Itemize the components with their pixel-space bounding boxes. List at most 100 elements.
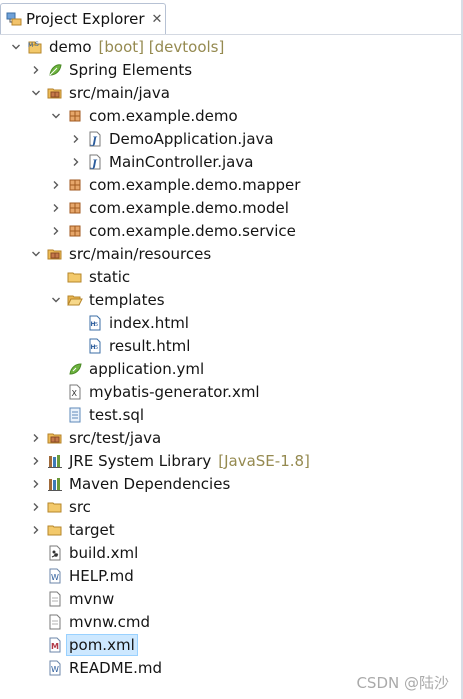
package-icon (67, 177, 83, 193)
tree-item-label: Spring Elements (69, 60, 193, 79)
tree-item[interactable]: H 5 index.html (69, 311, 191, 334)
tree-item[interactable]: W README.md (29, 656, 164, 679)
svg-text:5: 5 (95, 322, 98, 328)
yml-icon (67, 361, 83, 377)
antxml-icon (47, 545, 63, 561)
tree-item[interactable]: build.xml (29, 541, 140, 564)
tree-item[interactable]: static (49, 265, 132, 288)
expanded-chevron-icon[interactable] (9, 35, 23, 58)
tree-item[interactable]: test.sql (49, 403, 146, 426)
html-icon: H5 (87, 315, 103, 331)
collapsed-chevron-icon[interactable] (29, 449, 43, 472)
tree-item-label: demo (49, 37, 92, 56)
collapsed-chevron-icon[interactable] (29, 426, 43, 449)
md-icon: W (47, 660, 63, 676)
svg-text:X: X (72, 389, 78, 398)
project-icon: MS (27, 39, 43, 55)
tree-item-label: result.html (109, 336, 191, 355)
tree-item[interactable]: mvnw (29, 587, 116, 610)
collapsed-chevron-icon[interactable] (49, 219, 63, 242)
tree-item-label: com.example.demo.model (89, 198, 289, 217)
tree-item-label: src (69, 497, 91, 516)
file-icon (47, 614, 63, 630)
collapsed-chevron-icon[interactable] (49, 196, 63, 219)
collapsed-chevron-icon[interactable] (29, 58, 43, 81)
tree-item-label: com.example.demo.service (89, 221, 296, 240)
tree-item[interactable]: M S demo [boot] [devtools] (9, 35, 224, 58)
tree-item-label: src/main/resources (69, 244, 212, 263)
package-icon (67, 108, 83, 124)
collapsed-chevron-icon[interactable] (69, 127, 83, 150)
package-icon (67, 200, 83, 216)
collapsed-chevron-icon[interactable] (29, 495, 43, 518)
project-explorer-icon (6, 11, 22, 27)
tree-item[interactable]: H 5 result.html (69, 334, 192, 357)
tree-item-label: index.html (109, 313, 189, 332)
collapsed-chevron-icon[interactable] (69, 150, 83, 173)
tree-item[interactable]: J DemoApplication.java (69, 127, 276, 150)
tree-item-label: src/test/java (69, 428, 162, 447)
java-icon: J (87, 131, 103, 147)
tree-item-label: JRE System Library (69, 451, 212, 470)
expanded-chevron-icon[interactable] (49, 104, 63, 127)
tree-item[interactable]: com.example.demo.service (49, 219, 298, 242)
pom-icon: M (47, 637, 63, 653)
package-icon (67, 223, 83, 239)
collapsed-chevron-icon[interactable] (29, 518, 43, 541)
tree-item-label: MainController.java (109, 152, 254, 171)
tree-item-decoration: [JavaSE-1.8] (218, 451, 310, 470)
tree-item[interactable]: src/main/resources (29, 242, 213, 265)
tree-item[interactable]: Maven Dependencies (29, 472, 232, 495)
tree-item[interactable]: Xmybatis-generator.xml (49, 380, 262, 403)
srcfolder-icon (47, 85, 63, 101)
html-icon: H5 (87, 338, 103, 354)
tab-project-explorer[interactable]: Project Explorer ✕ (0, 3, 166, 34)
tree-item[interactable]: templates (49, 288, 167, 311)
tree-item-label: com.example.demo.mapper (89, 175, 301, 194)
tree-item-label: DemoApplication.java (109, 129, 274, 148)
close-icon[interactable]: ✕ (152, 12, 163, 27)
tree-item[interactable]: target (29, 518, 117, 541)
tree-item[interactable]: com.example.demo.mapper (49, 173, 302, 196)
tree-item-label: target (69, 520, 115, 539)
tree-item[interactable]: com.example.demo.model (49, 196, 291, 219)
tree-item-label: README.md (69, 658, 163, 677)
tree-item[interactable]: J MainController.java (69, 150, 255, 173)
tree-item-label: Maven Dependencies (69, 474, 231, 493)
expanded-chevron-icon[interactable] (29, 81, 43, 104)
view-tab-bar: Project Explorer ✕ (0, 0, 463, 35)
watermark: CSDN @陆沙 (356, 674, 449, 692)
tree-item[interactable]: JRE System Library [JavaSE-1.8] (29, 449, 310, 472)
java-icon: J (87, 154, 103, 170)
expanded-chevron-icon[interactable] (49, 288, 63, 311)
srcfolder-icon (47, 246, 63, 262)
collapsed-chevron-icon[interactable] (49, 173, 63, 196)
expanded-chevron-icon[interactable] (29, 242, 43, 265)
tree-item[interactable]: application.yml (49, 357, 206, 380)
tree-item[interactable]: com.example.demo (49, 104, 240, 127)
md-icon: W (47, 568, 63, 584)
tree-item[interactable]: Mpom.xml (29, 633, 138, 656)
svg-text:5: 5 (95, 345, 98, 351)
tree-item[interactable]: W HELP.md (29, 564, 136, 587)
folder-icon (67, 269, 83, 285)
tree-item[interactable]: mvnw.cmd (29, 610, 152, 633)
folder-open-icon (67, 292, 83, 308)
tree-item-decoration: [boot] [devtools] (98, 37, 225, 56)
svg-text:M: M (28, 42, 33, 49)
file-icon (47, 591, 63, 607)
xml-icon: X (67, 384, 83, 400)
tab-title: Project Explorer (26, 10, 145, 28)
collapsed-chevron-icon[interactable] (29, 472, 43, 495)
tree-item[interactable]: src (29, 495, 93, 518)
tree-item-label: pom.xml (66, 633, 138, 656)
tree-item-label: test.sql (89, 405, 145, 424)
tree-item[interactable]: src/test/java (29, 426, 163, 449)
tree-item[interactable]: Spring Elements (29, 58, 194, 81)
tree-item[interactable]: src/main/java (29, 81, 172, 104)
